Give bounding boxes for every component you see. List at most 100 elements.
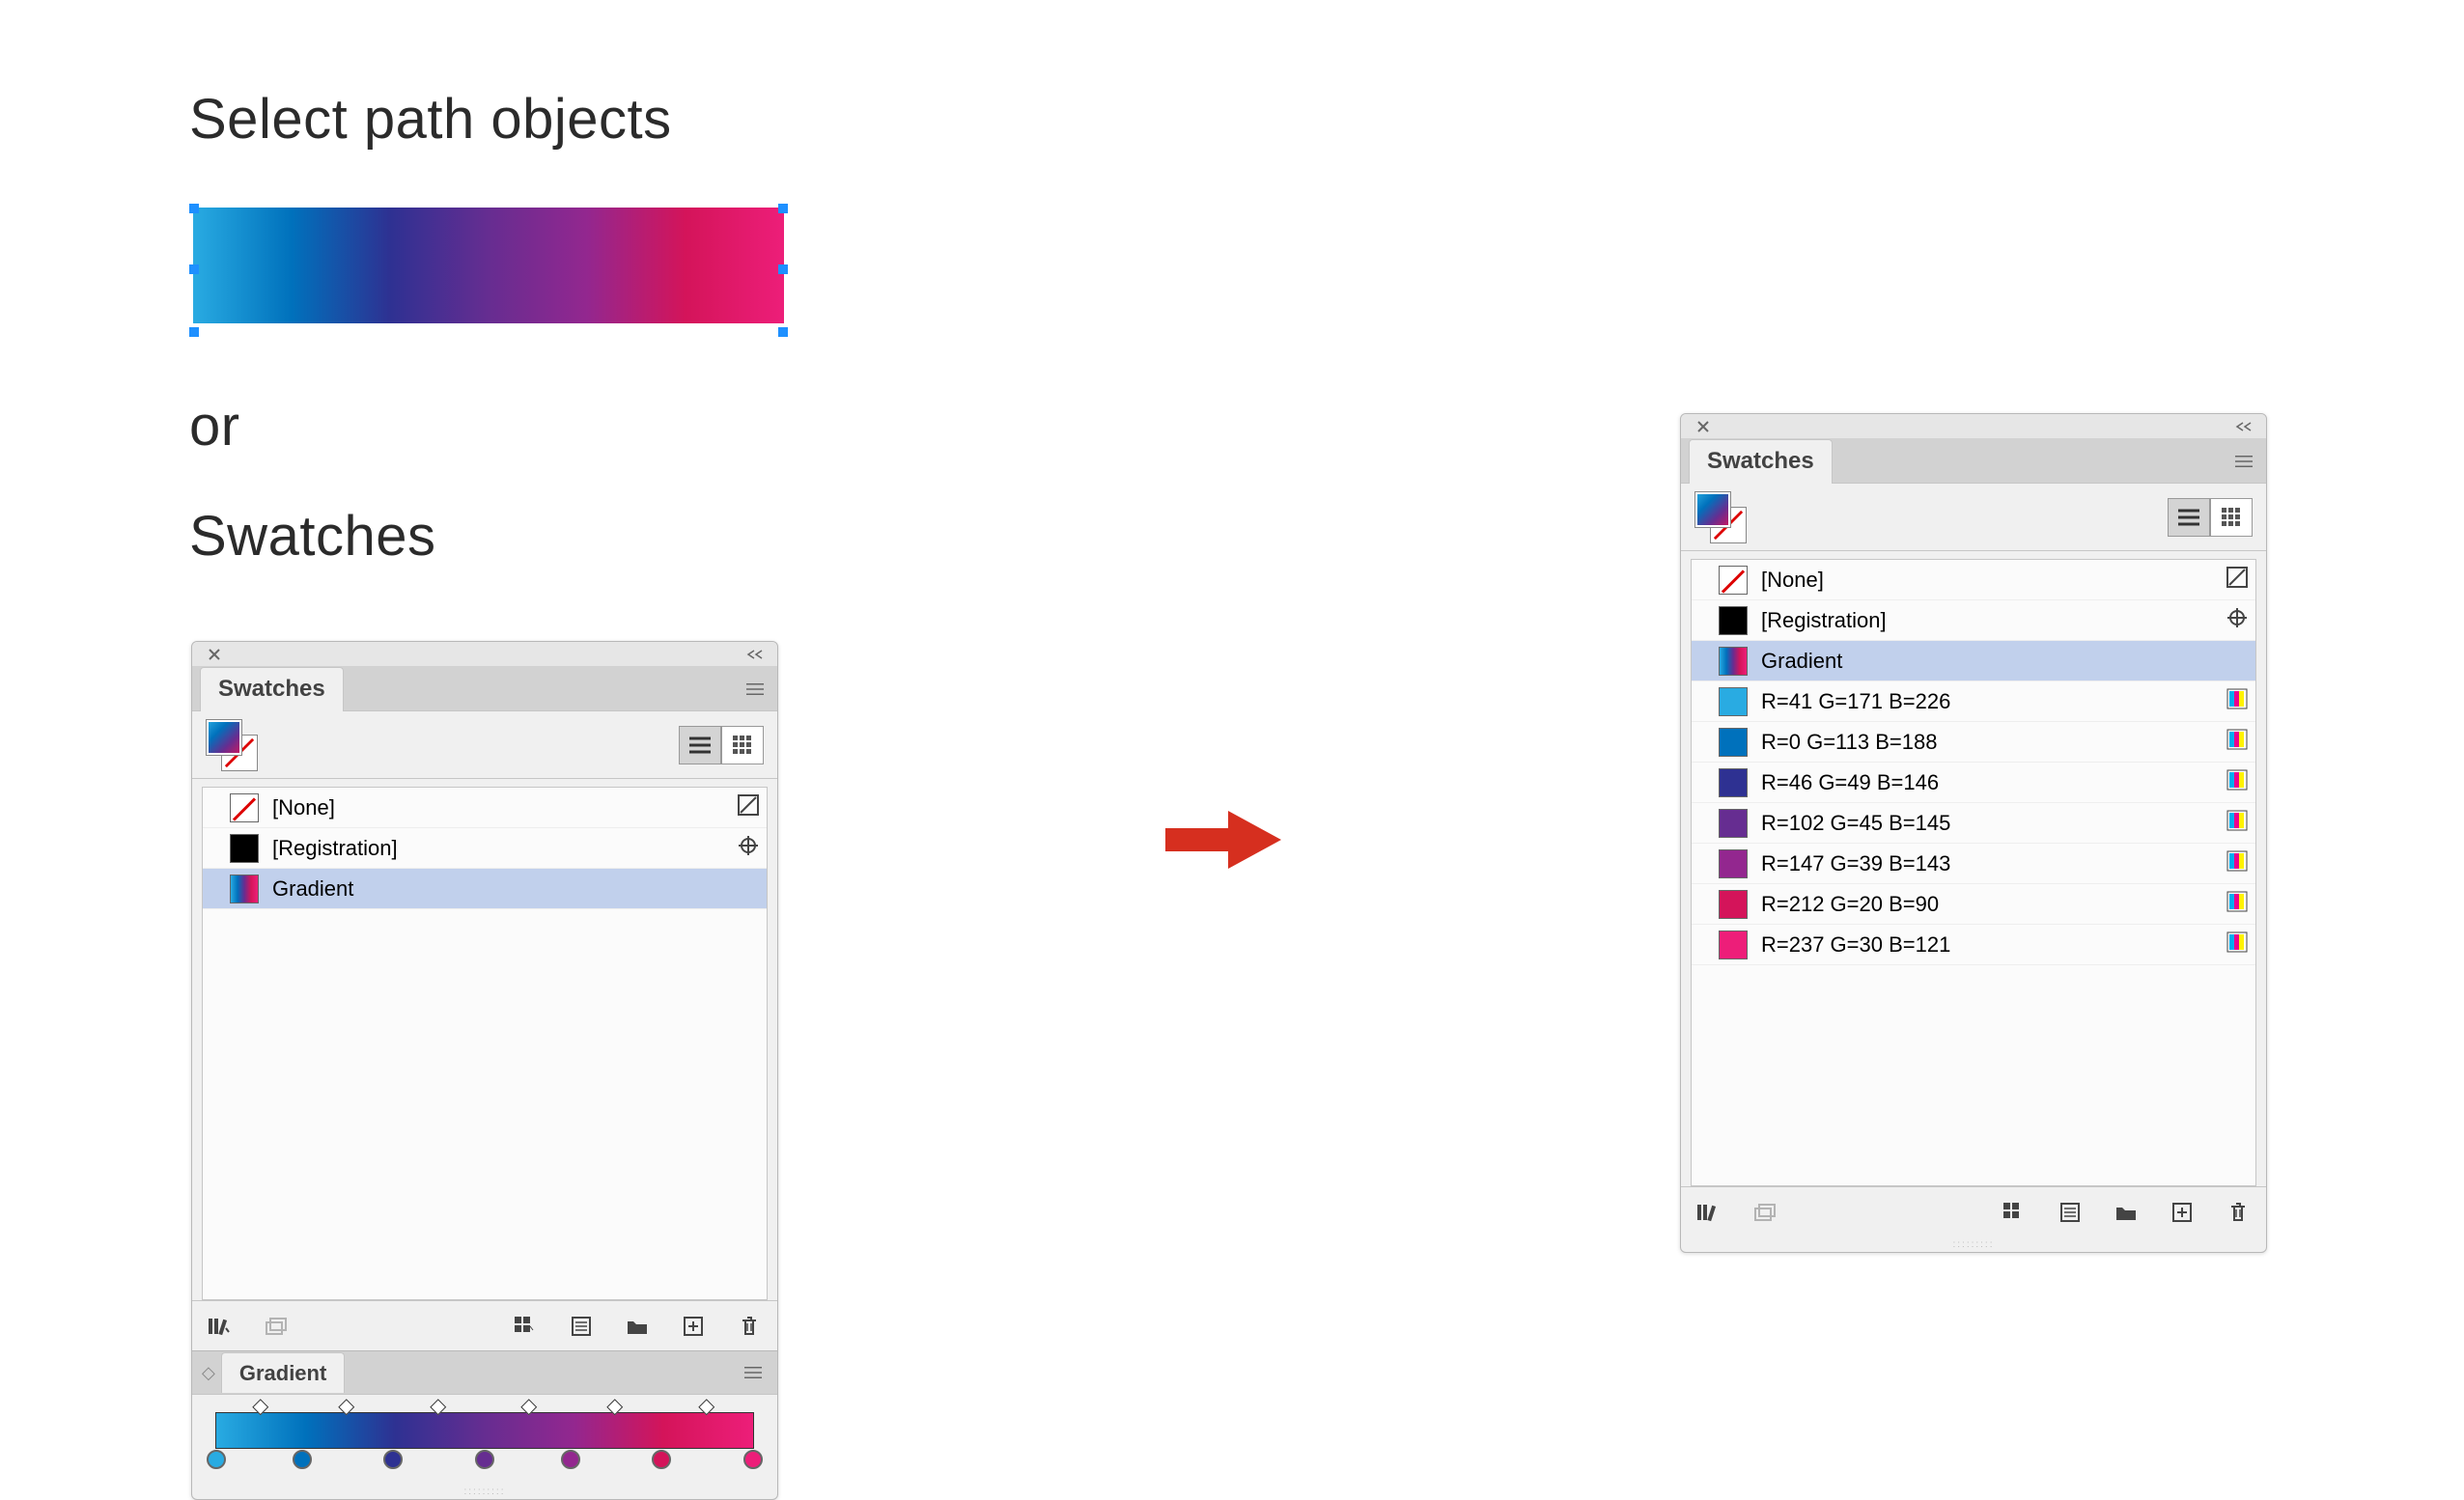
new-swatch-icon[interactable] [679, 1312, 708, 1341]
gradient-stop[interactable] [207, 1450, 226, 1469]
arrow-icon [1161, 801, 1286, 883]
gradient-ramp[interactable] [215, 1412, 754, 1449]
swatch-type-icon [2226, 850, 2248, 877]
swatch-label: R=46 G=49 B=146 [1761, 770, 1939, 795]
collapse-icon[interactable] [2229, 412, 2258, 441]
close-icon[interactable] [1689, 412, 1718, 441]
trash-icon[interactable] [735, 1312, 764, 1341]
panel-titlebar [192, 642, 777, 667]
fill-stroke-row [192, 711, 777, 779]
heading-or: or [189, 394, 240, 458]
tab-swatches[interactable]: Swatches [200, 667, 344, 711]
new-colorgroup-icon[interactable] [2112, 1198, 2141, 1227]
show-kind-menu-icon[interactable] [511, 1312, 540, 1341]
gradient-flyout-icon[interactable] [739, 1358, 768, 1387]
show-kind-menu-icon[interactable] [2000, 1198, 2029, 1227]
selection-handle-br[interactable] [778, 327, 788, 337]
gradient-midpoint[interactable] [339, 1399, 355, 1415]
swatch-row[interactable]: R=147 G=39 B=143 [1692, 844, 2255, 884]
new-colorgroup-icon[interactable] [623, 1312, 652, 1341]
swatch-options-icon[interactable] [567, 1312, 596, 1341]
swatch-type-icon [2226, 688, 2248, 715]
selection-handle-tl[interactable] [189, 204, 199, 213]
swatch-options-icon[interactable] [2056, 1198, 2085, 1227]
swatch-row[interactable]: R=0 G=113 B=188 [1692, 722, 2255, 763]
gradient-midpoint[interactable] [698, 1399, 714, 1415]
swatch-label: [None] [1761, 568, 1824, 593]
swatch-type-icon [2226, 891, 2248, 918]
selection-handle-ml[interactable] [189, 264, 199, 274]
gradient-stop[interactable] [561, 1450, 580, 1469]
selection-handle-mr[interactable] [778, 264, 788, 274]
grid-view-button[interactable] [721, 726, 764, 764]
swatch-row[interactable]: Gradient [203, 869, 767, 909]
list-view-button[interactable] [679, 726, 721, 764]
gradient-stop[interactable] [743, 1450, 763, 1469]
swatch-label: R=41 G=171 B=226 [1761, 689, 1950, 714]
swatch-label: [Registration] [1761, 608, 1887, 633]
color-swatch-chip [1719, 849, 1748, 878]
swatch-row[interactable]: [None] [203, 788, 767, 828]
close-icon[interactable] [200, 640, 229, 669]
gradient-swatch-chip [1719, 647, 1748, 676]
gradient-stop[interactable] [652, 1450, 671, 1469]
selection-handle-tr[interactable] [778, 204, 788, 213]
gradient-midpoint[interactable] [430, 1399, 446, 1415]
gradient-stop[interactable] [383, 1450, 403, 1469]
black-swatch-chip [1719, 606, 1748, 635]
swatch-type-icon [2226, 567, 2248, 594]
selection-handle-bl[interactable] [189, 327, 199, 337]
swatch-label: R=147 G=39 B=143 [1761, 851, 1950, 876]
tab-gradient[interactable]: Gradient [221, 1352, 345, 1393]
gradient-midpoint[interactable] [521, 1399, 538, 1415]
panel-drag-handle[interactable]: ::::::::: [192, 1484, 777, 1499]
black-swatch-chip [230, 834, 259, 863]
trash-icon[interactable] [2224, 1198, 2253, 1227]
swatch-row[interactable]: Gradient [1692, 641, 2255, 681]
fill-stroke-indicator[interactable] [1694, 491, 1747, 543]
swatch-label: R=237 G=30 B=121 [1761, 932, 1950, 958]
add-to-library-icon[interactable] [1750, 1198, 1779, 1227]
color-swatch-chip [1719, 768, 1748, 797]
swatch-row[interactable]: R=46 G=49 B=146 [1692, 763, 2255, 803]
swatch-row[interactable]: R=237 G=30 B=121 [1692, 925, 2255, 965]
swatch-row[interactable]: R=212 G=20 B=90 [1692, 884, 2255, 925]
swatch-row[interactable]: R=41 G=171 B=226 [1692, 681, 2255, 722]
list-view-button[interactable] [2168, 498, 2210, 537]
swatch-row[interactable]: [Registration] [1692, 600, 2255, 641]
libraries-menu-icon[interactable] [206, 1312, 235, 1341]
tab-swatches[interactable]: Swatches [1689, 439, 1833, 484]
new-swatch-icon[interactable] [2168, 1198, 2197, 1227]
selected-gradient-object[interactable] [193, 208, 784, 323]
color-swatch-chip [1719, 687, 1748, 716]
panel-titlebar [1681, 414, 2266, 439]
swatch-row[interactable]: [None] [1692, 560, 2255, 600]
swatch-row[interactable]: [Registration] [203, 828, 767, 869]
gradient-stop[interactable] [293, 1450, 312, 1469]
swatch-type-icon [2226, 729, 2248, 756]
gradient-stop[interactable] [475, 1450, 494, 1469]
flyout-menu-icon[interactable] [741, 675, 770, 704]
swatch-type-icon [2226, 931, 2248, 958]
flyout-menu-icon[interactable] [2229, 447, 2258, 476]
add-to-library-icon[interactable] [262, 1312, 291, 1341]
panel-drag-handle[interactable]: ::::::::: [1681, 1236, 2266, 1252]
gradient-midpoint[interactable] [607, 1399, 624, 1415]
collapse-icon[interactable] [741, 640, 770, 669]
none-swatch-chip [230, 793, 259, 822]
libraries-menu-icon[interactable] [1694, 1198, 1723, 1227]
fill-stroke-indicator[interactable] [206, 719, 258, 771]
none-swatch-chip [1719, 566, 1748, 595]
swatch-row[interactable]: R=102 G=45 B=145 [1692, 803, 2255, 844]
swatch-type-icon [2226, 810, 2248, 837]
swatch-type-icon [738, 835, 759, 862]
swatch-list: [None] [Registration] Gradient [202, 787, 768, 1300]
expand-icon[interactable]: ◇ [202, 1363, 215, 1383]
swatch-list: [None] [Registration] Gradient R=41 G=171 B… [1691, 559, 2256, 1186]
grid-view-button[interactable] [2210, 498, 2253, 537]
swatch-label: [Registration] [272, 836, 398, 861]
swatch-label: R=102 G=45 B=145 [1761, 811, 1950, 836]
gradient-midpoint[interactable] [253, 1399, 269, 1415]
gradient-swatch-chip [230, 875, 259, 903]
swatch-label: Gradient [272, 876, 353, 902]
